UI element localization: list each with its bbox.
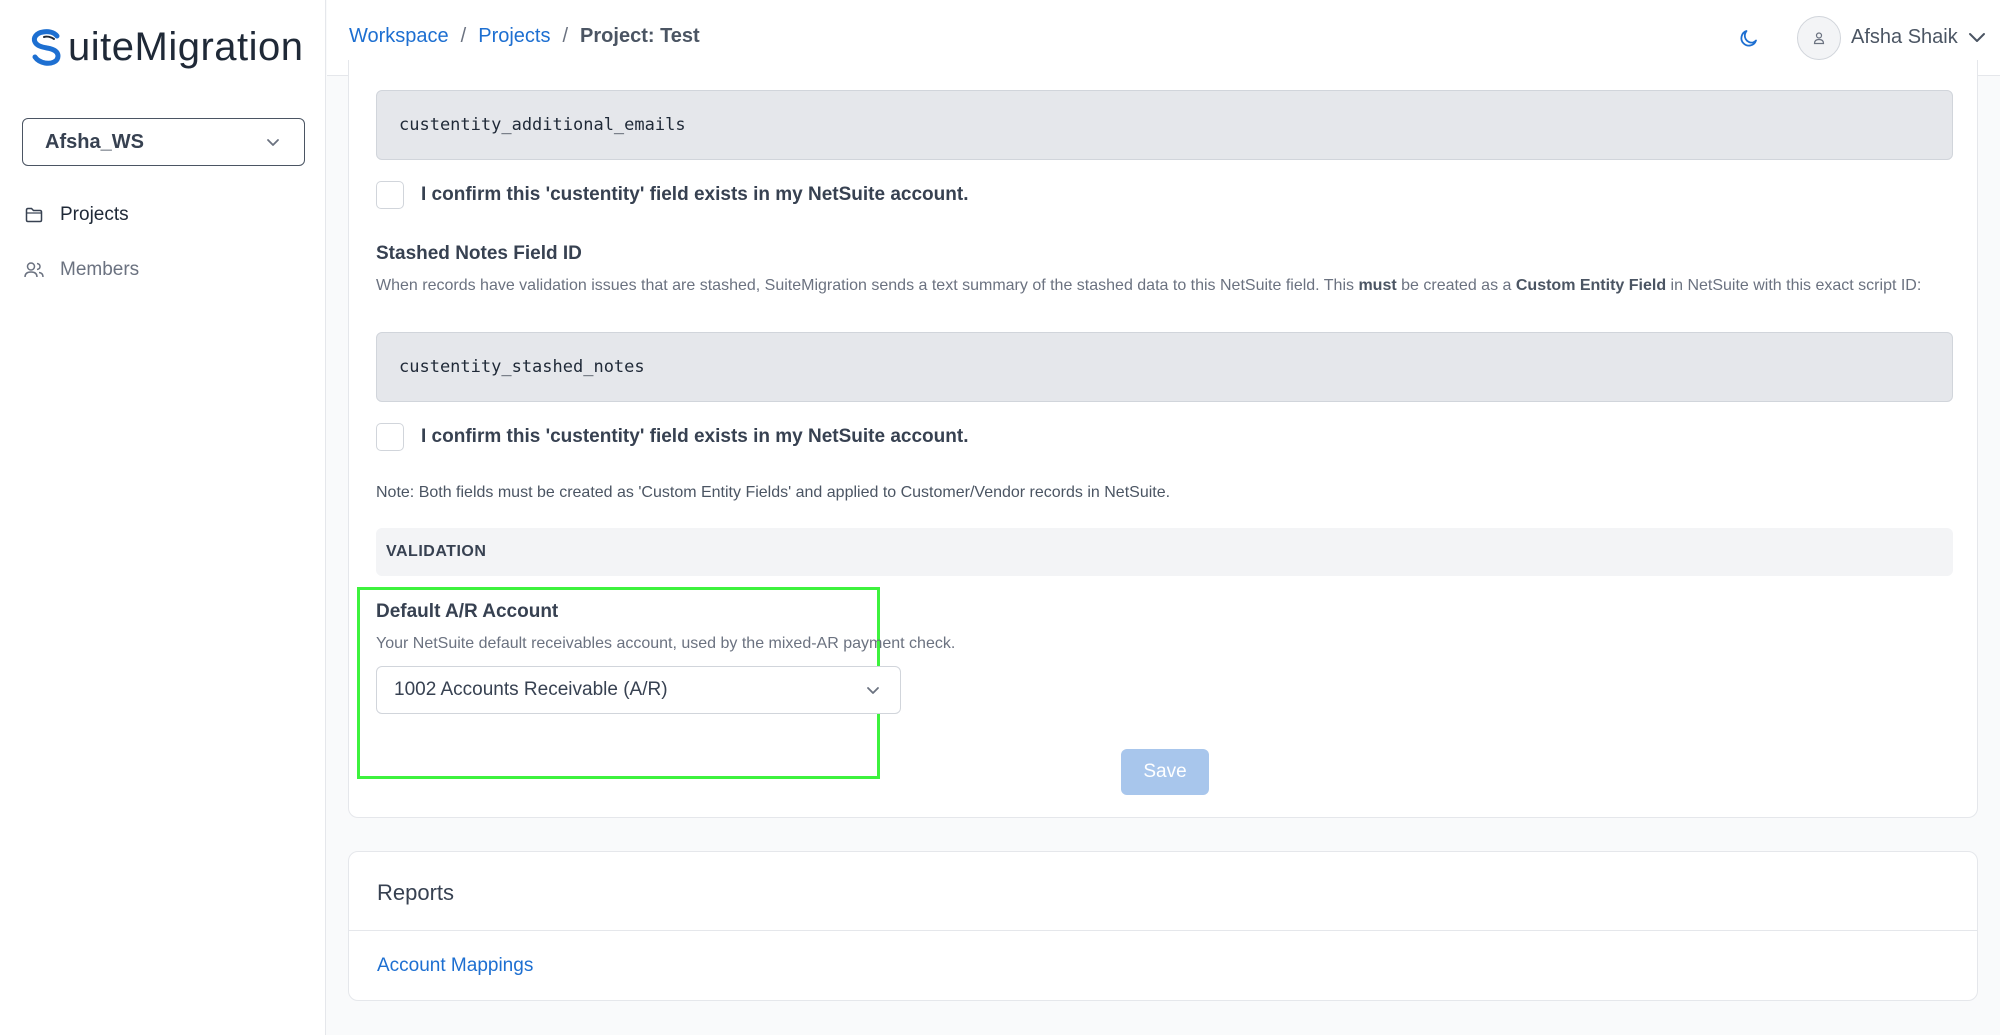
confirm-stashed-notes[interactable]: I confirm this 'custentity' field exists…: [376, 423, 968, 451]
user-icon: [1813, 32, 1825, 45]
section-header-validation: VALIDATION: [376, 528, 1953, 576]
avatar[interactable]: [1797, 16, 1841, 60]
logo-text: uiteMigration: [68, 24, 304, 69]
moon-icon[interactable]: [1737, 26, 1761, 50]
logo-s-icon: [31, 29, 61, 66]
additional-emails-field-id: custentity_additional_emails: [376, 90, 1953, 160]
reports-card: Reports Account Mappings: [348, 851, 1978, 1001]
stashed-notes-description: When records have validation issues that…: [376, 277, 1922, 294]
users-icon: [24, 260, 44, 280]
chevron-down-icon: [867, 687, 879, 694]
divider: [349, 930, 1977, 931]
ar-account-select[interactable]: 1002 Accounts Receivable (A/R): [376, 666, 901, 714]
account-mappings-link[interactable]: Account Mappings: [377, 955, 533, 977]
save-button[interactable]: Save: [1121, 749, 1209, 795]
folder-icon: [24, 205, 44, 225]
reports-title: Reports: [377, 880, 455, 905]
ar-account-description: Your NetSuite default receivables accoun…: [376, 635, 956, 652]
sidebar-item-projects[interactable]: Projects: [24, 200, 129, 230]
breadcrumb-current: Project: Test: [580, 25, 700, 47]
user-name[interactable]: Afsha Shaik: [1851, 26, 1958, 49]
confirm-checkbox[interactable]: [376, 181, 404, 209]
breadcrumb-workspace[interactable]: Workspace: [349, 25, 449, 48]
confirm-additional-emails[interactable]: I confirm this 'custentity' field exists…: [376, 181, 968, 209]
breadcrumb: Workspace / Projects / Project: Test: [349, 25, 700, 48]
fields-note: Note: Both fields must be created as 'Cu…: [376, 484, 1171, 501]
chevron-down-icon: [267, 139, 279, 146]
stashed-notes-title: Stashed Notes Field ID: [376, 243, 582, 264]
breadcrumb-separator: /: [562, 25, 569, 47]
ar-account-title: Default A/R Account: [376, 601, 559, 622]
chevron-down-icon[interactable]: [1967, 30, 1987, 46]
settings-card: custentity_additional_emails I confirm t…: [348, 60, 1978, 818]
stashed-notes-field-id: custentity_stashed_notes: [376, 332, 1953, 402]
logo[interactable]: uiteMigration: [28, 22, 304, 72]
confirm-checkbox[interactable]: [376, 423, 404, 451]
workspace-select[interactable]: Afsha_WS: [22, 118, 305, 166]
confirm-label: I confirm this 'custentity' field exists…: [421, 426, 969, 447]
sidebar: uiteMigration Afsha_WS Projects Members: [0, 0, 326, 1035]
sidebar-item-members[interactable]: Members: [24, 255, 139, 285]
sidebar-item-label: Members: [60, 259, 140, 280]
workspace-select-value: Afsha_WS: [45, 130, 144, 153]
breadcrumb-projects[interactable]: Projects: [478, 25, 550, 48]
ar-account-select-value: 1002 Accounts Receivable (A/R): [394, 679, 668, 700]
confirm-label: I confirm this 'custentity' field exists…: [421, 184, 969, 205]
sidebar-item-label: Projects: [60, 204, 129, 225]
breadcrumb-separator: /: [460, 25, 467, 47]
